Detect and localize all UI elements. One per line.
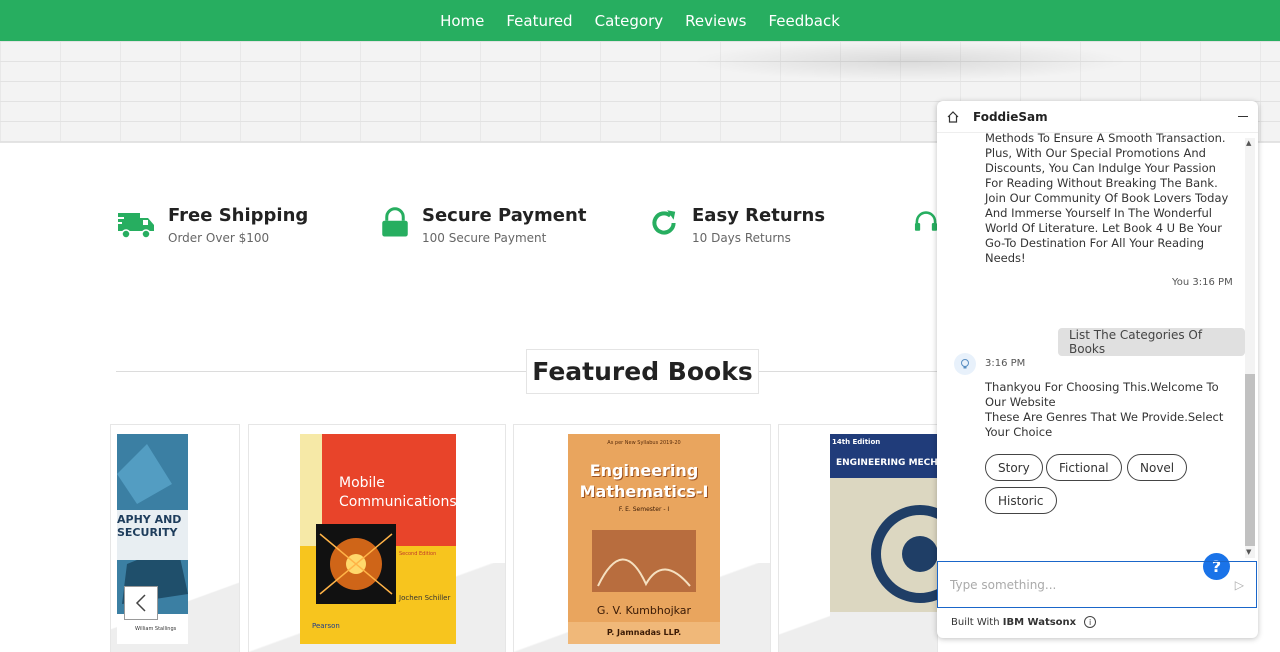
feature-subtitle: Order Over $100 xyxy=(168,231,270,245)
book-title-line: Engineering xyxy=(589,461,699,480)
footer-prefix: Built With xyxy=(951,616,1000,628)
book-top-note: As per New Syllabus 2019-20 xyxy=(607,440,681,446)
book-author: Jochen Schiller xyxy=(399,594,451,602)
chat-scrollbar-thumb[interactable] xyxy=(1245,374,1255,546)
lock-icon xyxy=(382,207,408,237)
chat-input-box: ▷ xyxy=(937,561,1257,608)
feature-title: Secure Payment xyxy=(422,205,587,226)
book-card[interactable]: 14th Edition ENGINEERING MECH xyxy=(778,424,938,652)
book-title-line: APHY AND xyxy=(117,513,182,526)
top-nav: Home Featured Category Reviews Feedback xyxy=(0,0,1280,41)
book-cover: 14th Edition ENGINEERING MECH xyxy=(830,434,938,644)
book-title-line: ENGINEERING MECH xyxy=(836,458,938,468)
bulb-icon xyxy=(961,359,969,369)
truck-icon xyxy=(116,213,154,239)
book-edition: Second Edition xyxy=(399,551,437,557)
user-message: List The Categories Of Books xyxy=(1058,328,1245,356)
bot-message-time: 3:16 PM xyxy=(985,358,1026,369)
book-title-line: Mobile xyxy=(339,475,385,491)
chat-footer: Built With IBM Watsonx i xyxy=(951,616,1097,628)
headset-icon xyxy=(914,211,938,231)
book-title-line: SECURITY xyxy=(117,526,178,539)
chat-input[interactable] xyxy=(950,577,1220,592)
carousel-prev-button[interactable] xyxy=(124,586,158,620)
feature-free-shipping: Free Shipping Order Over $100 xyxy=(116,203,308,245)
book-title-line: Communications xyxy=(339,494,456,510)
book-cover: As per New Syllabus 2019-20 Engineering … xyxy=(568,434,720,644)
book-publisher: P. Jamnadas LLP. xyxy=(606,628,682,637)
feature-easy-returns: Easy Returns 10 Days Returns xyxy=(648,203,825,245)
featured-heading: Featured Books xyxy=(532,357,753,386)
info-icon[interactable]: i xyxy=(1084,616,1097,628)
book-cover: Mobile Communications Second Edition Joc… xyxy=(300,434,456,644)
feature-title: Free Shipping xyxy=(168,205,309,226)
nav-category[interactable]: Category xyxy=(595,12,664,30)
feature-subtitle: 100 Secure Payment xyxy=(422,231,547,245)
book-card[interactable]: As per New Syllabus 2019-20 Engineering … xyxy=(513,424,771,652)
book-edition: 14th Edition xyxy=(832,438,881,446)
chevron-left-icon xyxy=(135,594,146,612)
book-subtitle: F. E. Semester - I xyxy=(618,506,670,513)
scroll-up-icon[interactable]: ▲ xyxy=(1246,139,1251,147)
nav-featured[interactable]: Featured xyxy=(506,12,572,30)
nav-home[interactable]: Home xyxy=(440,12,484,30)
nav-reviews[interactable]: Reviews xyxy=(685,12,746,30)
send-icon[interactable]: ▷ xyxy=(1235,578,1244,592)
home-icon[interactable] xyxy=(947,110,959,123)
feature-title: Easy Returns xyxy=(692,205,826,226)
minimize-button[interactable] xyxy=(1238,116,1248,117)
book-card[interactable]: Mobile Communications Second Edition Joc… xyxy=(248,424,506,652)
bot-avatar xyxy=(954,353,976,375)
scroll-down-icon[interactable]: ▼ xyxy=(1246,548,1251,556)
book-author: William Stallings xyxy=(135,626,177,632)
featured-heading-box: Featured Books xyxy=(526,349,759,394)
refresh-icon xyxy=(652,210,676,235)
hero-shadow xyxy=(690,41,1130,81)
bot-message: Thankyou For Choosing This.Welcome To Ou… xyxy=(985,380,1224,439)
option-story[interactable]: Story xyxy=(985,454,1043,481)
chat-messages: Methods To Ensure A Smooth Transaction. … xyxy=(937,131,1245,580)
book-title-line: Mathematics-I xyxy=(579,482,709,501)
user-message-meta: You 3:16 PM xyxy=(1172,277,1233,288)
option-historic[interactable]: Historic xyxy=(985,487,1057,514)
bot-message-intro: Methods To Ensure A Smooth Transaction. … xyxy=(985,131,1229,265)
footer-brand: IBM Watsonx xyxy=(1002,616,1077,628)
feature-secure-payment: Secure Payment 100 Secure Payment xyxy=(380,203,586,245)
feature-subtitle: 10 Days Returns xyxy=(692,231,791,245)
chat-widget: FoddieSam Methods To Ensure A Smooth Tra… xyxy=(937,101,1258,638)
book-publisher: Pearson xyxy=(312,622,340,630)
feature-support xyxy=(913,203,939,243)
chat-header: FoddieSam xyxy=(937,101,1258,133)
nav-feedback[interactable]: Feedback xyxy=(768,12,839,30)
option-novel[interactable]: Novel xyxy=(1127,454,1188,481)
option-fictional[interactable]: Fictional xyxy=(1046,454,1122,481)
book-author: G. V. Kumbhojkar xyxy=(596,604,692,617)
chat-title: FoddieSam xyxy=(973,109,1048,124)
